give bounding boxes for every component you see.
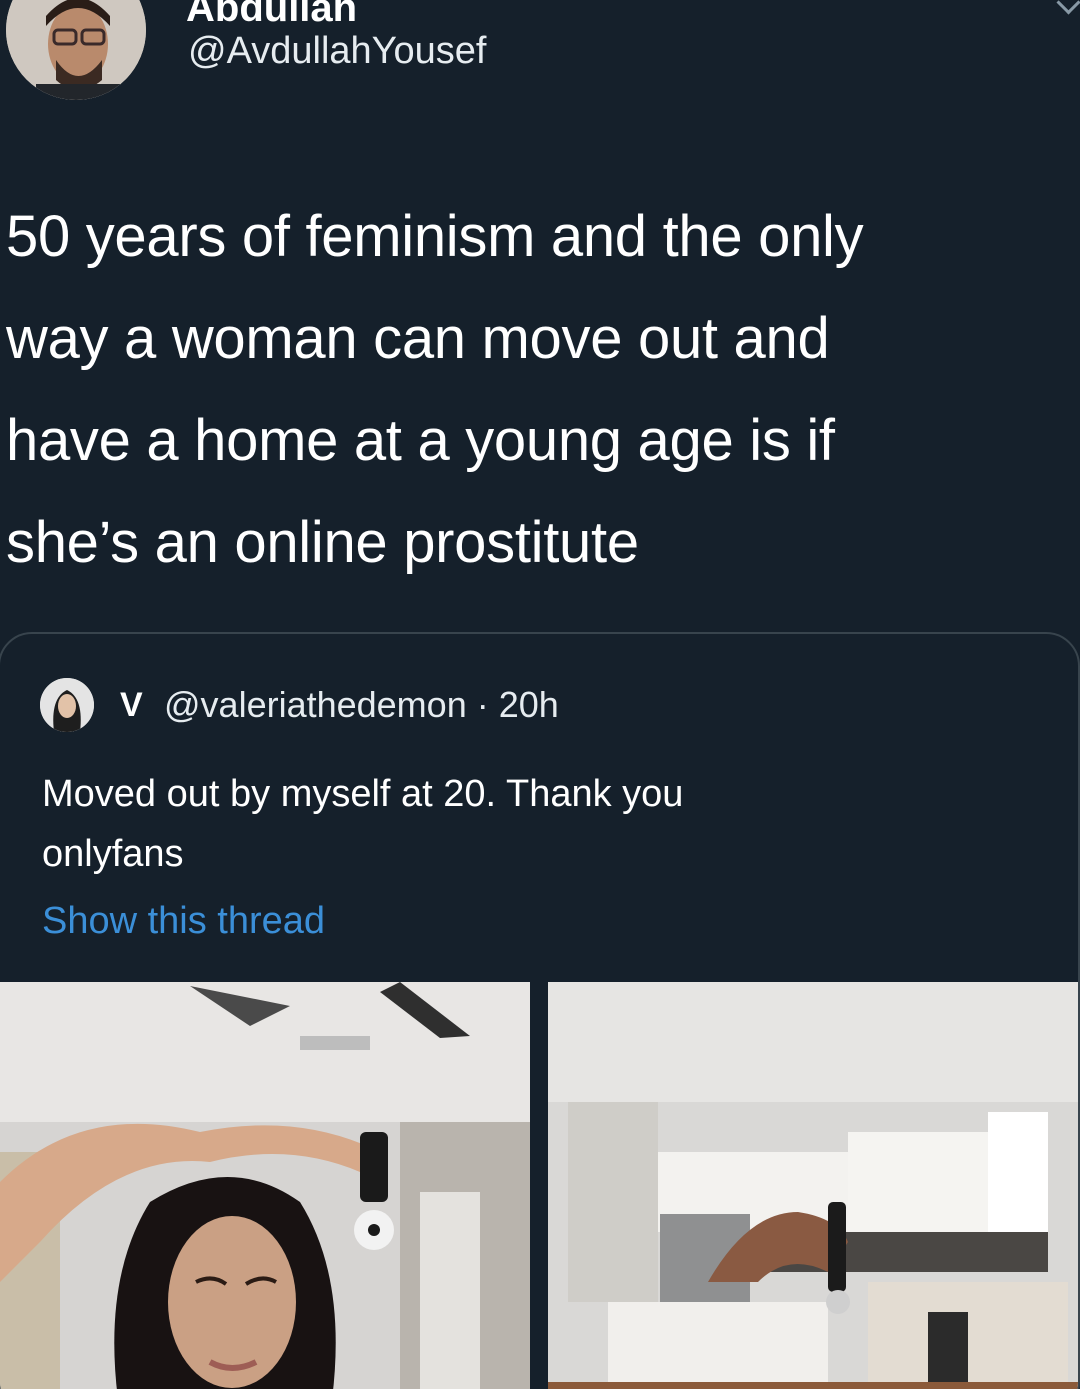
- author-display-name[interactable]: Abdullah: [186, 0, 357, 31]
- quoted-author-name[interactable]: V: [120, 686, 143, 725]
- tweet-text: 50 years of feminism and the only way a …: [6, 186, 1066, 594]
- tweet-text-line: way a woman can move out and: [6, 306, 830, 371]
- quoted-text-line: Moved out by myself at 20. Thank you: [42, 773, 684, 815]
- quoted-text-line: onlyfans: [42, 833, 184, 875]
- show-thread-link[interactable]: Show this thread: [42, 900, 325, 943]
- quoted-meta: @valeriathedemon · 20h: [164, 684, 559, 726]
- tweet-text-line: she’s an online prostitute: [6, 510, 639, 575]
- tweet-text-line: 50 years of feminism and the only: [6, 204, 864, 269]
- woman-holding-keys-photo[interactable]: [0, 982, 530, 1389]
- kitchen-keys-photo[interactable]: [548, 982, 1078, 1389]
- meta-separator: ·: [476, 684, 489, 725]
- quoted-tweet-card[interactable]: V @valeriathedemon · 20h Moved out by my…: [0, 632, 1080, 1389]
- quoted-timestamp[interactable]: 20h: [499, 684, 559, 725]
- quoted-tweet-text: Moved out by myself at 20. Thank you onl…: [42, 764, 1002, 884]
- quoted-author-avatar[interactable]: [40, 678, 94, 732]
- author-handle[interactable]: @AvdullahYousef: [188, 30, 486, 73]
- quoted-author-handle[interactable]: @valeriathedemon: [164, 684, 467, 725]
- media-grid: [0, 982, 1078, 1389]
- chevron-down-icon[interactable]: [1056, 0, 1080, 15]
- author-avatar[interactable]: [6, 0, 146, 100]
- tweet-text-line: have a home at a young age is if: [6, 408, 835, 473]
- tweet: Abdullah @AvdullahYousef 50 years of fem…: [0, 0, 1080, 1389]
